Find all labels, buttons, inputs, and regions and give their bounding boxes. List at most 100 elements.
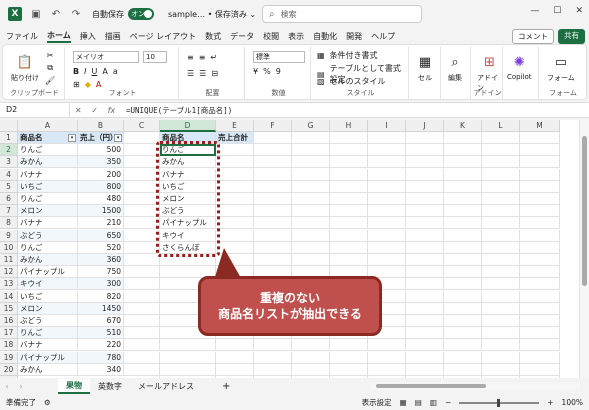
cell[interactable] — [444, 351, 482, 364]
save-icon[interactable]: ▣ — [30, 8, 42, 20]
cell[interactable] — [520, 168, 560, 181]
row-header-13[interactable]: 13 — [0, 278, 18, 291]
cell[interactable] — [444, 278, 482, 291]
comma-icon[interactable]: 9 — [276, 67, 281, 76]
cell[interactable] — [444, 290, 482, 303]
redo-icon[interactable]: ↷ — [70, 8, 82, 20]
row-header-1[interactable]: 1 — [0, 132, 18, 144]
cell[interactable] — [124, 327, 160, 340]
cell[interactable] — [520, 315, 560, 327]
cell[interactable] — [368, 217, 406, 230]
cell[interactable] — [216, 339, 254, 352]
table-header-sales[interactable]: 売上（円） ▾ — [78, 132, 124, 144]
cell[interactable] — [254, 363, 292, 376]
table-cell-product[interactable]: バナナ — [18, 168, 78, 181]
cell[interactable] — [444, 363, 482, 376]
table-cell-product[interactable]: パイナップル — [18, 351, 78, 364]
cell[interactable] — [160, 363, 216, 376]
number-format-box[interactable]: 標準 — [253, 51, 305, 63]
cell-styles-button[interactable]: ▧ セルのスタイル — [317, 76, 386, 87]
document-title[interactable]: sample… • 保存済み ⌄ — [168, 9, 256, 20]
cell[interactable] — [124, 315, 160, 327]
tab-page-layout[interactable]: ページ レイアウト — [130, 31, 196, 42]
table-cell-sales[interactable]: 350 — [78, 156, 124, 169]
cell[interactable] — [330, 241, 368, 254]
conditional-format-button[interactable]: ▦ 条件付き書式 — [317, 50, 378, 61]
table-cell-product[interactable]: メロン — [18, 205, 78, 218]
table-cell-sales[interactable]: 670 — [78, 315, 124, 327]
cell[interactable] — [124, 290, 160, 303]
cell[interactable] — [368, 144, 406, 157]
cell[interactable] — [330, 180, 368, 193]
cell[interactable] — [254, 254, 292, 266]
table-cell-sales[interactable]: 520 — [78, 241, 124, 254]
cell[interactable] — [520, 217, 560, 230]
table-cell-sales[interactable]: 300 — [78, 278, 124, 291]
table-cell-sales[interactable]: 820 — [78, 290, 124, 303]
zoom-level[interactable]: 100% — [562, 398, 583, 407]
table-header-product[interactable]: 商品名 ▾ — [18, 132, 78, 144]
close-icon[interactable]: ✕ — [575, 6, 583, 16]
cell[interactable] — [368, 205, 406, 218]
cell[interactable] — [216, 180, 254, 193]
cell[interactable] — [292, 193, 330, 205]
cell[interactable] — [124, 266, 160, 279]
tab-help[interactable]: ヘルプ — [371, 31, 395, 42]
cell[interactable] — [444, 156, 482, 169]
sheet-next-icon[interactable]: › — [14, 382, 28, 391]
search-box[interactable]: ⌕ 検索 — [262, 5, 422, 23]
cell[interactable] — [482, 217, 520, 230]
cell[interactable] — [444, 266, 482, 279]
tab-insert[interactable]: 挿入 — [80, 31, 96, 42]
cell[interactable] — [292, 351, 330, 364]
table-cell-product[interactable]: りんご — [18, 327, 78, 340]
cell[interactable] — [482, 363, 520, 376]
forms-button[interactable]: ▭ フォーム — [547, 53, 575, 83]
cell[interactable] — [482, 156, 520, 169]
table-cell-product[interactable]: いちご — [18, 180, 78, 193]
cell[interactable] — [406, 168, 444, 181]
cell[interactable] — [292, 144, 330, 157]
table-cell-sales[interactable]: 510 — [78, 327, 124, 340]
cell[interactable] — [520, 205, 560, 218]
tab-draw[interactable]: 描画 — [105, 31, 121, 42]
cell[interactable] — [406, 241, 444, 254]
cell[interactable] — [368, 156, 406, 169]
page-layout-view-icon[interactable]: ▤ — [415, 398, 422, 407]
row-header-6[interactable]: 6 — [0, 193, 18, 205]
column-header-e[interactable]: E — [216, 120, 254, 132]
cell[interactable] — [330, 351, 368, 364]
cell[interactable] — [406, 351, 444, 364]
cell[interactable] — [160, 339, 216, 352]
font-grow-icon[interactable]: A — [102, 67, 107, 76]
horizontal-scroll-thumb[interactable] — [376, 384, 486, 388]
table-cell-product[interactable]: メロン — [18, 302, 78, 315]
cell[interactable] — [254, 193, 292, 205]
cell[interactable] — [520, 327, 560, 340]
cell[interactable] — [482, 302, 520, 315]
italic-icon[interactable]: I — [84, 67, 86, 76]
cell[interactable] — [124, 278, 160, 291]
cell[interactable] — [368, 229, 406, 242]
undo-icon[interactable]: ↶ — [50, 8, 62, 20]
column-header-j[interactable]: J — [406, 120, 444, 132]
cell[interactable] — [254, 156, 292, 169]
row-header-19[interactable]: 19 — [0, 351, 18, 364]
cell[interactable] — [292, 205, 330, 218]
row-header-18[interactable]: 18 — [0, 339, 18, 352]
row-header-4[interactable]: 4 — [0, 168, 18, 181]
cell[interactable] — [216, 144, 254, 157]
cell[interactable] — [520, 302, 560, 315]
cell[interactable] — [482, 168, 520, 181]
cell[interactable] — [406, 156, 444, 169]
column-header-b[interactable]: B — [78, 120, 124, 132]
cell[interactable] — [368, 168, 406, 181]
accessibility-icon[interactable]: ⚙ — [44, 398, 51, 407]
cell[interactable] — [330, 254, 368, 266]
cell[interactable] — [444, 302, 482, 315]
cell[interactable] — [444, 241, 482, 254]
table-cell-product[interactable]: バナナ — [18, 339, 78, 352]
cell[interactable] — [482, 278, 520, 291]
cell[interactable] — [254, 241, 292, 254]
column-header-f[interactable]: F — [254, 120, 292, 132]
